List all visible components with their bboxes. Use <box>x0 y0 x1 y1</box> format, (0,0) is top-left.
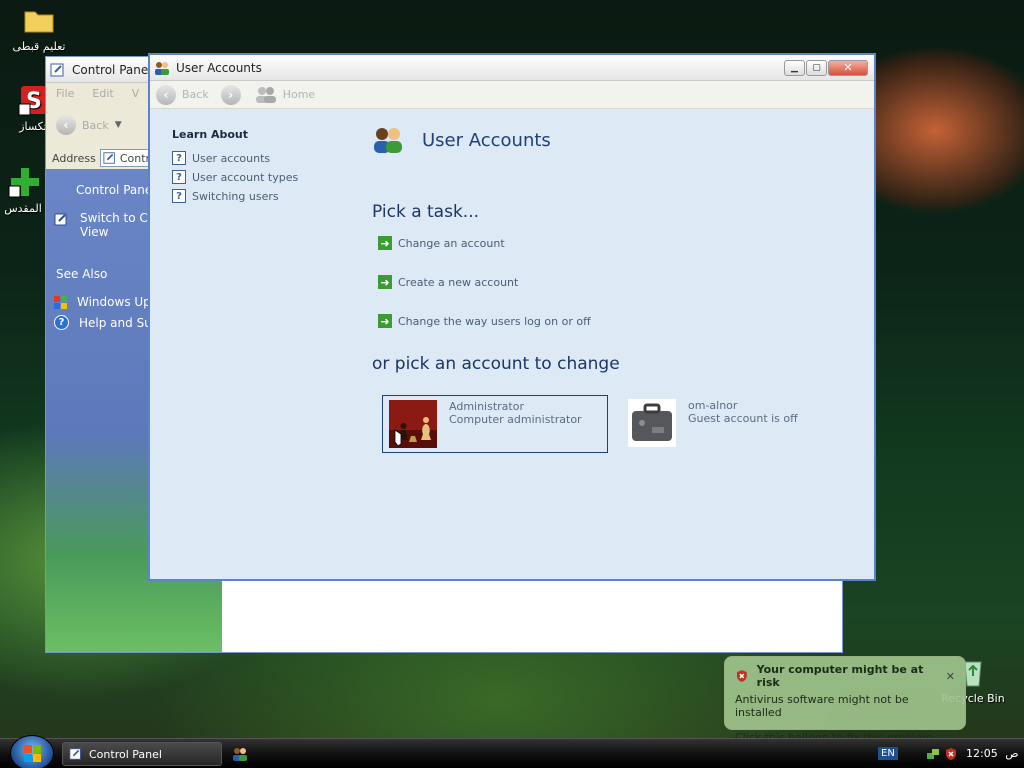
ua-title: User Accounts <box>176 60 262 75</box>
desktop-icon-folder[interactable]: تعليم قبطى <box>4 4 74 53</box>
ua-content: Learn About ? User accounts ? User account… <box>150 110 874 579</box>
back-arrow-icon[interactable]: ‹ <box>156 84 176 105</box>
home-icon[interactable]: Home <box>255 86 315 104</box>
clock-time: 12:05 <box>966 747 998 760</box>
task-label: Change the way users log on or off <box>398 314 591 328</box>
menu-view[interactable]: V <box>132 87 140 100</box>
taskbar-user-accounts-icon[interactable] <box>232 746 248 762</box>
switch-view-label-2: View <box>80 225 109 239</box>
ua-back-label[interactable]: Back <box>182 88 209 101</box>
task-logon-options[interactable]: ➜ Change the way users log on or off <box>378 314 591 328</box>
back-arrow-icon[interactable]: ‹ <box>56 115 76 135</box>
security-balloon[interactable]: Your computer might be at risk ✕ Antivir… <box>724 656 966 744</box>
network-icon[interactable] <box>926 747 940 761</box>
account-name: Administrator <box>449 400 524 413</box>
ua-title-bar[interactable]: User Accounts ▁ ▢ ✕ <box>150 55 874 81</box>
learn-about-panel: Learn About ? User accounts ? User account… <box>172 128 352 208</box>
page-title: User Accounts <box>422 129 551 151</box>
help-topic-icon: ? <box>172 189 186 203</box>
user-accounts-window: User Accounts ▁ ▢ ✕ ‹ Back › Home Learn … <box>148 53 876 581</box>
task-create-account[interactable]: ➜ Create a new account <box>378 275 518 289</box>
security-shield-icon <box>736 670 747 682</box>
account-type: Computer administrator <box>449 413 582 426</box>
desktop-icon-label: المقدس <box>4 202 42 215</box>
language-indicator[interactable]: EN <box>878 747 898 760</box>
ua-nav-bar: ‹ Back › Home <box>150 81 874 109</box>
users-home-icon <box>255 86 276 103</box>
help-icon: ? <box>54 315 69 330</box>
minimize-button[interactable]: ▁ <box>784 59 805 76</box>
chess-avatar-icon <box>389 400 437 448</box>
windows-logo-icon <box>54 295 67 309</box>
cp-title: Control Panel <box>72 62 152 77</box>
learn-link-label: Switching users <box>192 189 279 203</box>
balloon-title: Your computer might be at risk <box>756 663 924 689</box>
taskbar: Control Panel EN 12:05 ص <box>0 735 1024 768</box>
user-accounts-icon <box>374 128 402 153</box>
taskbar-item-label: Control Panel <box>89 747 162 761</box>
balloon-close-icon[interactable]: ✕ <box>946 670 955 683</box>
control-panel-icon <box>50 63 64 76</box>
windows-logo-icon <box>23 744 41 762</box>
start-button[interactable] <box>10 735 54 768</box>
folder-icon <box>24 11 54 33</box>
learn-link-label: User account types <box>192 170 299 184</box>
clock-ampm: ص <box>1005 747 1019 760</box>
close-button[interactable]: ✕ <box>828 59 868 76</box>
account-tile-administrator[interactable]: Administrator Computer administrator <box>382 395 608 453</box>
green-arrow-icon: ➜ <box>378 236 392 250</box>
briefcase-avatar-icon <box>628 399 676 447</box>
help-topic-icon: ? <box>172 151 186 165</box>
task-change-account[interactable]: ➜ Change an account <box>378 236 505 250</box>
address-label: Address <box>52 151 96 165</box>
user-accounts-icon <box>155 61 169 75</box>
windows-update-link[interactable]: Windows Up <box>54 295 151 309</box>
menu-edit[interactable]: Edit <box>92 87 113 100</box>
switch-view-label-1: Switch to C <box>80 211 148 225</box>
account-type: Guest account is off <box>688 412 798 425</box>
pick-account-heading: or pick an account to change <box>372 354 620 374</box>
desktop-icon-label: تكساز <box>19 120 47 133</box>
control-panel-icon <box>69 748 81 760</box>
green-arrow-icon: ➜ <box>378 314 392 328</box>
learn-link-label: User accounts <box>192 151 271 165</box>
clock[interactable]: 12:05 ص <box>966 747 1019 760</box>
menu-file[interactable]: File <box>56 87 74 100</box>
learn-about-title: Learn About <box>172 128 249 141</box>
chevron-down-icon[interactable]: ▼ <box>115 120 122 130</box>
pick-task-heading: Pick a task... <box>372 202 480 222</box>
switch-view-link[interactable]: Switch to C View <box>54 211 148 239</box>
help-support-link[interactable]: ? Help and Sup <box>54 315 159 330</box>
learn-link-account-types[interactable]: ? User account types <box>172 170 352 184</box>
plus-app-icon <box>8 168 39 198</box>
learn-link-switching-users[interactable]: ? Switching users <box>172 189 352 203</box>
maximize-button[interactable]: ▢ <box>806 59 827 76</box>
help-topic-icon: ? <box>172 170 186 184</box>
page-heading: User Accounts <box>372 126 551 154</box>
control-panel-icon <box>103 152 115 164</box>
balloon-line-1: Antivirus software might not be installe… <box>735 693 909 719</box>
see-also-heading: See Also <box>56 267 108 281</box>
ua-home-label: Home <box>282 88 316 101</box>
cp-sidebar-title: Control Pane <box>76 183 153 197</box>
security-alert-icon[interactable] <box>944 747 958 761</box>
address-value: Contr <box>119 151 151 165</box>
account-name: om-alnor <box>688 399 738 412</box>
account-tile-guest[interactable]: om-alnor Guest account is off <box>622 395 832 453</box>
learn-link-user-accounts[interactable]: ? User accounts <box>172 151 352 165</box>
green-arrow-icon: ➜ <box>378 275 392 289</box>
taskbar-item-control-panel[interactable]: Control Panel <box>62 742 222 766</box>
desktop-icon-label: تعليم قبطى <box>12 40 66 53</box>
windows-update-label: Windows Up <box>77 295 151 309</box>
task-label: Change an account <box>398 236 505 250</box>
cp-back-label[interactable]: Back <box>82 119 109 132</box>
task-label: Create a new account <box>398 275 519 289</box>
forward-arrow-icon[interactable]: › <box>220 84 241 105</box>
switch-view-icon <box>54 213 67 226</box>
